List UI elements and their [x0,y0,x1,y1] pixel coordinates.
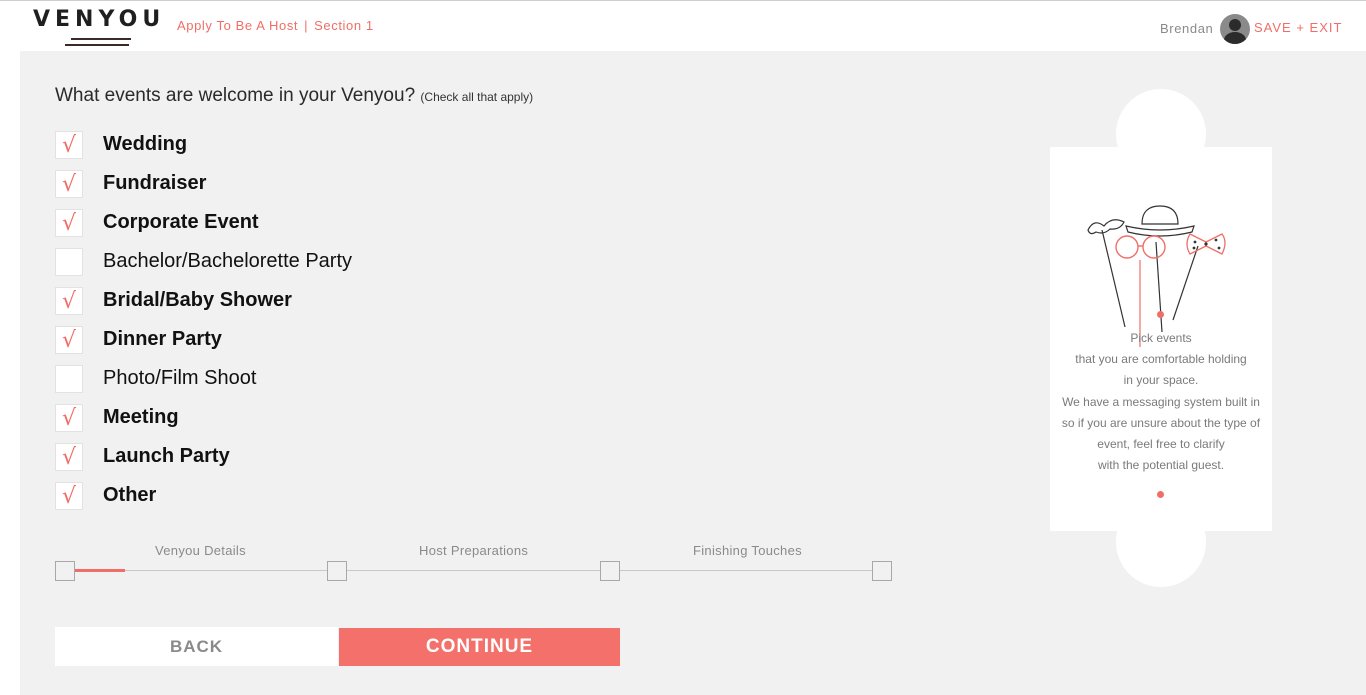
event-option[interactable]: √ Launch Party [55,443,455,471]
event-option-label: Other [103,484,157,506]
event-checkbox[interactable]: √ [55,404,83,432]
tip-card: Pick events that you are comfortable hold… [1050,89,1272,589]
event-checkbox[interactable] [55,365,83,393]
event-option[interactable]: √ Bridal/Baby Shower [55,287,455,315]
tip-card-line: with the potential guest. [1097,458,1225,473]
checkmark-icon: √ [62,484,77,509]
tip-card-line: We have a messaging system built in [1062,394,1260,409]
tip-card-text: Pick events that you are comfortable hold… [1050,328,1272,476]
event-option[interactable]: √ Other [55,482,455,510]
user-name: Brendan [1160,21,1214,36]
avatar-head [1229,19,1241,31]
main-panel: What events are welcome in your Venyou? … [20,51,1366,695]
step-node-1[interactable] [55,561,75,581]
avatar-body [1224,32,1246,44]
step-label-finishing-touches: Finishing Touches [693,543,802,558]
event-option-label: Corporate Event [103,211,259,233]
tip-card-line: Pick events [1130,331,1192,345]
continue-button[interactable]: CONTINUE [339,628,620,666]
event-option-label: Bridal/Baby Shower [103,289,292,311]
breadcrumb-title: Apply To Be A Host [177,18,299,33]
step-label-venyou-details: Venyou Details [155,543,246,558]
event-option-label: Bachelor/Bachelorette Party [103,250,353,272]
step-node-4[interactable] [872,561,892,581]
step-node-3[interactable] [600,561,620,581]
step-label-host-preparations: Host Preparations [419,543,529,558]
event-option-label: Meeting [103,406,179,428]
event-option-label: Dinner Party [103,328,222,350]
event-option[interactable]: √ Meeting [55,404,455,432]
save-exit-button[interactable]: SAVE + EXIT [1254,20,1342,35]
back-button[interactable]: BACK [55,627,338,666]
event-option[interactable]: √ Dinner Party [55,326,455,354]
checkmark-icon: √ [62,406,77,431]
breadcrumb-section: Section 1 [314,18,374,33]
checkmark-icon: √ [62,172,77,197]
breadcrumb-separator: | [304,18,309,33]
question-hint: (Check all that apply) [420,90,534,104]
checkmark-icon: √ [62,133,77,158]
question-text: What events are welcome in your Venyou? [55,85,416,106]
question-title: What events are welcome in your Venyou? … [55,85,533,107]
venyou-logo[interactable]: VENYOU [33,7,173,47]
checkmark-icon: √ [62,445,77,470]
tip-card-line: in your space. [1123,373,1199,388]
event-option-label: Wedding [103,133,188,155]
checkmark-icon: √ [62,211,77,236]
tip-card-line: so if you are unsure about the type of [1061,415,1261,430]
logo-underline-bottom [65,44,129,46]
event-option[interactable]: √ Fundraiser [55,170,455,198]
tip-card-dot-top [1157,311,1164,318]
event-option[interactable]: √ Wedding [55,131,455,159]
checkmark-icon: √ [62,328,77,353]
header: VENYOU Apply To Be A Host | Section 1 Bren… [0,1,1366,51]
event-option-label: Fundraiser [103,172,207,194]
event-checkbox[interactable] [55,248,83,276]
tip-card-dot-bottom [1157,491,1164,498]
checkmark-icon: √ [62,289,77,314]
event-checkbox[interactable]: √ [55,326,83,354]
breadcrumb: Apply To Be A Host | Section 1 [177,18,374,33]
event-option-label: Launch Party [103,445,230,467]
event-checkbox[interactable]: √ [55,482,83,510]
event-option[interactable]: Photo/Film Shoot [55,365,455,393]
avatar[interactable] [1220,14,1250,44]
event-checkbox[interactable]: √ [55,443,83,471]
logo-text: VENYOU [33,7,166,32]
event-option[interactable]: Bachelor/Bachelorette Party [55,248,455,276]
logo-underline-top [71,38,131,40]
step-node-2[interactable] [327,561,347,581]
tip-card-body: Pick events that you are comfortable hold… [1050,147,1272,531]
event-checkbox[interactable]: √ [55,287,83,315]
event-checkbox[interactable]: √ [55,209,83,237]
progress-track [65,570,885,571]
progress-steps: Venyou Details Host Preparations Finishi… [55,541,895,591]
event-checkbox[interactable]: √ [55,170,83,198]
tip-card-line: event, feel free to clarify [1097,437,1225,452]
event-option-label: Photo/Film Shoot [103,367,257,389]
event-option[interactable]: √ Corporate Event [55,209,455,237]
event-checkbox[interactable]: √ [55,131,83,159]
tip-card-line: that you are comfortable holding [1075,352,1247,367]
